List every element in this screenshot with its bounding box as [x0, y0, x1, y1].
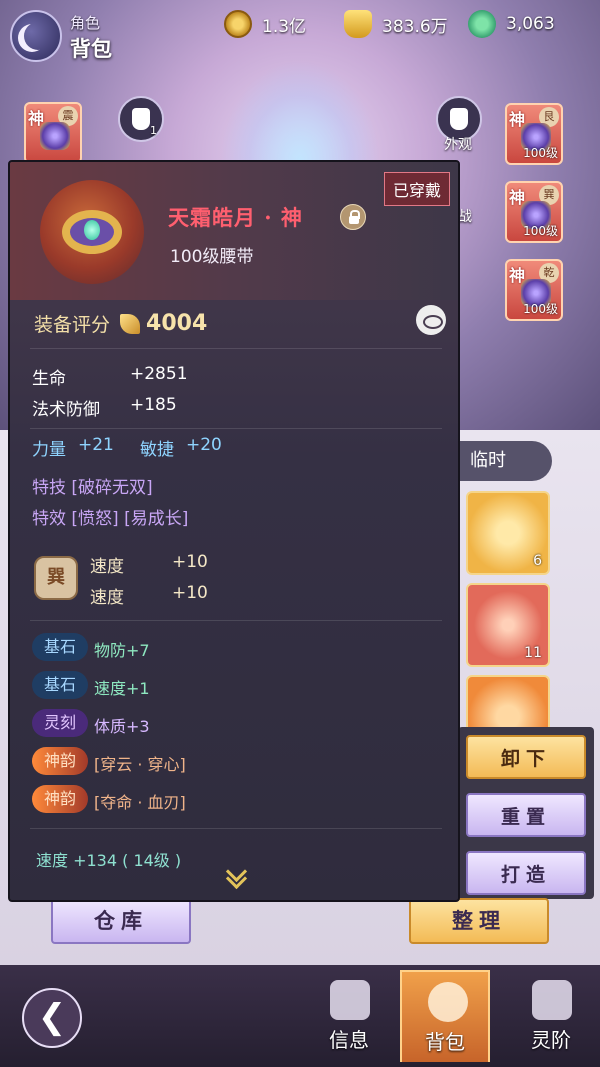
copper-coin-icon — [224, 10, 252, 38]
unequip-button[interactable]: 卸下 — [466, 735, 586, 779]
trigram-stat-value: +10 — [172, 552, 208, 572]
equipment-score: 装备评分 4004 — [34, 310, 207, 337]
currency-value: 1.3亿 — [262, 16, 307, 37]
equip-slot-right-2[interactable]: 神 巽 100级 — [505, 181, 563, 243]
bag-icon — [428, 982, 468, 1022]
attr-value: +20 — [186, 435, 222, 455]
gold-ingot-icon — [344, 10, 372, 38]
slot-level: 100级 — [523, 224, 558, 238]
trigram-stat-label: 速度 — [90, 588, 124, 608]
jade-icon — [468, 10, 496, 38]
nav-label: 信息 — [329, 1028, 369, 1052]
divider — [30, 828, 442, 829]
stat-label: 生命 — [32, 369, 66, 389]
flame-icon — [532, 980, 572, 1020]
fist-icon — [330, 980, 370, 1020]
gem-type: 基石 — [32, 633, 88, 661]
refine-stat: 速度 +134 ( 14级 ) — [36, 851, 182, 870]
special-skill: 特技 [破碎无双] — [32, 478, 153, 498]
divider — [30, 428, 442, 429]
belt-gem-icon — [84, 220, 100, 240]
gem-text: 体质+3 — [94, 717, 150, 736]
item-name: 天霜皓月 · 神 — [168, 205, 303, 230]
nav-label: 背包 — [425, 1030, 465, 1054]
slot-level: 100级 — [523, 146, 558, 160]
currency-jade[interactable]: 3,063 — [468, 10, 555, 38]
item-type: 100级腰带 — [170, 247, 254, 267]
score-label: 装备评分 — [34, 314, 111, 336]
gem-type: 灵刻 — [32, 709, 88, 737]
item-tooltip: 已穿戴 天霜皓月 · 神 100级腰带 装备评分 4004 生命 +2851 法… — [8, 160, 460, 902]
item-count: 6 — [533, 553, 542, 569]
breadcrumb-parent: 角色 — [70, 14, 101, 32]
warehouse-button[interactable]: 仓库 — [51, 898, 191, 944]
tab-temporary[interactable]: 临时 — [460, 441, 552, 481]
gem-text: [穿云 · 穿心] — [94, 755, 186, 774]
gem-type: 神韵 — [32, 747, 88, 775]
attr-label: 敏捷 — [140, 440, 174, 460]
attr-value: +21 — [78, 435, 114, 455]
trigram-stat-label: 速度 — [90, 557, 124, 577]
stat-value: +185 — [130, 395, 177, 415]
gem-type: 神韵 — [32, 785, 88, 813]
trigram-icon: 巽 — [34, 556, 78, 600]
stat-value: +2851 — [130, 364, 188, 384]
score-value: 4004 — [146, 311, 208, 336]
eye-icon[interactable] — [416, 305, 446, 335]
equip-slot-right-1[interactable]: 神 艮 100级 — [505, 103, 563, 165]
equipped-badge: 已穿戴 — [383, 172, 450, 206]
armor-icon[interactable] — [118, 96, 164, 142]
expand-down-icon[interactable] — [222, 868, 250, 888]
armor-badge: 1 — [150, 124, 157, 137]
lock-icon[interactable] — [340, 204, 366, 230]
currency-value: 383.6万 — [382, 16, 448, 37]
nav-label: 灵阶 — [531, 1028, 571, 1052]
currency-gold[interactable]: 383.6万 — [344, 10, 448, 38]
nav-bag[interactable]: 背包 — [400, 970, 490, 1062]
trigram-stat-value: +10 — [172, 583, 208, 603]
reset-button[interactable]: 重置 — [466, 793, 586, 837]
moon-icon[interactable] — [10, 10, 62, 62]
sort-button[interactable]: 整理 — [409, 898, 549, 944]
quill-icon — [120, 313, 141, 334]
equip-slot-weapon[interactable]: 神 震 — [24, 102, 82, 164]
outfit-label: 外观 — [444, 137, 472, 153]
attr-label: 力量 — [32, 440, 66, 460]
nav-info[interactable]: 信息 — [304, 970, 394, 1062]
back-arrow-icon[interactable]: ❮ — [22, 988, 82, 1048]
stat-label: 法术防御 — [32, 400, 100, 420]
gem-type: 基石 — [32, 671, 88, 699]
inventory-item[interactable]: 6 — [466, 491, 550, 575]
gem-text: 速度+1 — [94, 679, 150, 698]
item-count: 11 — [524, 645, 542, 661]
currency-copper[interactable]: 1.3亿 — [224, 10, 306, 38]
gem-text: [夺命 · 血刃] — [94, 793, 186, 812]
page-title: 背包 — [70, 37, 112, 61]
inventory-item[interactable]: 11 — [466, 583, 550, 667]
equipment-icon — [40, 122, 70, 150]
forge-button[interactable]: 打造 — [466, 851, 586, 895]
nav-spirit[interactable]: 灵阶 — [506, 970, 596, 1062]
divider — [30, 620, 442, 621]
divider — [30, 348, 442, 349]
top-bar: 角色 背包 1.3亿 383.6万 3,063 — [0, 0, 600, 72]
special-effect: 特效 [愤怒] [易成长] — [32, 509, 189, 529]
currency-value: 3,063 — [506, 14, 555, 34]
equip-slot-right-3[interactable]: 神 乾 100级 — [505, 259, 563, 321]
slot-level: 100级 — [523, 302, 558, 316]
battle-label: 战 — [458, 209, 472, 225]
gem-text: 物防+7 — [94, 641, 150, 660]
